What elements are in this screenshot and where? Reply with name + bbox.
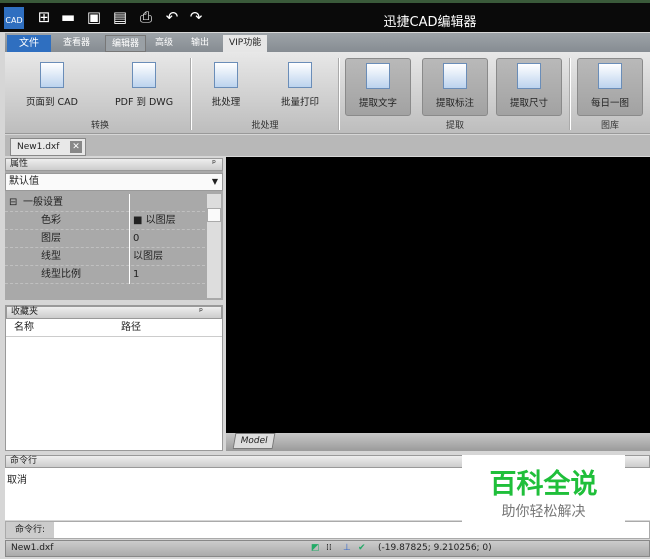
document-tab-label: New1.dxf — [17, 142, 60, 152]
button-label: 每日一图 — [590, 98, 629, 109]
group-label-convert: 转换 — [90, 121, 109, 131]
watermark: 百科全说 助你轻松解决 — [462, 455, 625, 529]
ortho-icon[interactable]: ⊥ — [343, 541, 351, 556]
open-icon[interactable]: ▬ — [60, 9, 76, 25]
redo-icon[interactable]: ↷ — [188, 9, 204, 25]
pin-icon[interactable]: ᵖ — [199, 307, 203, 318]
group-label-extract: 提取 — [445, 121, 464, 131]
property-row[interactable]: 线型 以图层 — [5, 248, 205, 266]
picture-icon — [598, 63, 622, 89]
close-icon[interactable]: ✕ — [70, 141, 82, 153]
favorites-title: 收藏夹 — [11, 307, 39, 317]
printer-icon — [288, 62, 312, 88]
tab-output[interactable]: 输出 — [185, 35, 215, 52]
tab-advanced[interactable]: 高级 — [149, 35, 179, 52]
divider — [569, 58, 571, 130]
tab-file[interactable]: 文件 — [7, 35, 51, 52]
ribbon: 页面到 CAD PDF 到 DWG 转换 批处理 批量打印 批处理 提取文字 提… — [5, 52, 650, 134]
page-to-cad-button[interactable]: 页面到 CAD — [19, 58, 85, 116]
page-to-cad-icon — [40, 62, 64, 88]
property-value: 以图层 — [129, 248, 163, 266]
property-value: ■ 以图层 — [129, 212, 176, 230]
new-icon[interactable]: ⊞ — [36, 9, 52, 25]
button-label: 批处理 — [211, 97, 241, 108]
button-label: 页面到 CAD — [26, 97, 78, 108]
status-file: New1.dxf — [11, 543, 54, 553]
scrollbar-thumb[interactable] — [207, 208, 221, 222]
collapse-icon[interactable]: ⊟ — [9, 194, 17, 212]
property-key: 色彩 — [41, 215, 61, 226]
tab-viewer[interactable]: 查看器 — [57, 35, 96, 52]
dimension-icon — [517, 63, 541, 89]
chevron-down-icon[interactable]: ▼ — [212, 174, 218, 190]
favorites-header: 收藏夹 ᵖ — [6, 306, 222, 319]
property-value: 0 — [129, 230, 139, 248]
command-input-label: 命令行: — [6, 522, 54, 538]
osnap-icon[interactable]: ✔ — [358, 541, 366, 556]
app-logo-icon[interactable]: CAD — [4, 7, 24, 29]
undo-icon[interactable]: ↶ — [164, 9, 180, 25]
document-tab[interactable]: New1.dxf ✕ — [10, 138, 86, 156]
property-row[interactable]: 图层 0 — [5, 230, 205, 248]
button-label: 批量打印 — [280, 97, 319, 108]
grid-icon[interactable]: ⁞⁞ — [326, 541, 332, 556]
pdf-to-dwg-icon — [132, 62, 156, 88]
tab-model[interactable]: Model — [232, 433, 276, 449]
drawing-canvas[interactable] — [226, 157, 650, 433]
property-row[interactable]: 色彩 ■ 以图层 — [5, 212, 205, 230]
window-title: 迅捷CAD编辑器 — [383, 15, 477, 30]
favorites-columns: 名称 路径 — [6, 319, 222, 337]
button-label: 提取标注 — [435, 98, 474, 109]
button-label: PDF 到 DWG — [114, 97, 174, 108]
menu-tabs: 文件 查看器 编辑器 高级 输出 VIP功能 — [5, 33, 650, 52]
daily-image-button[interactable]: 每日一图 — [577, 58, 643, 116]
document-tabs: New1.dxf ✕ — [5, 135, 650, 156]
scrollbar[interactable] — [207, 194, 221, 298]
column-name[interactable]: 名称 — [14, 319, 34, 337]
property-value: 1 — [129, 266, 139, 284]
properties-panel: 属性 ᵖ 默认值 ▼ ⊟ 一般设置 色彩 ■ 以图层 图层 0 线型 以图层 线型比例 1 — [5, 158, 223, 300]
group-label-batch: 批处理 — [251, 121, 279, 131]
save-icon[interactable]: ▣ — [86, 9, 102, 25]
snap-icon[interactable]: ◩ — [311, 541, 320, 556]
extract-dimension-button[interactable]: 提取尺寸 — [496, 58, 562, 116]
group-label-gallery: 图库 — [600, 121, 619, 131]
properties-selector[interactable]: 默认值 ▼ — [5, 173, 223, 191]
title-bar: CAD ⊞ ▬ ▣ ▤ ⎙ ↶ ↷ 迅捷CAD编辑器 — [0, 0, 650, 32]
property-row[interactable]: 线型比例 1 — [5, 266, 205, 284]
save-as-icon[interactable]: ▤ — [112, 9, 128, 25]
status-bar: New1.dxf ◩ ⁞⁞ ⊥ ✔ (-19.87825; 9.210256; … — [5, 540, 650, 557]
batch-print-button[interactable]: 批量打印 — [267, 58, 333, 116]
pin-icon[interactable]: ᵖ — [212, 159, 216, 170]
status-coordinates: (-19.87825; 9.210256; 0) — [378, 543, 492, 553]
divider — [190, 58, 192, 130]
ruler-icon — [443, 63, 467, 89]
button-label: 提取文字 — [358, 98, 397, 109]
extract-text-button[interactable]: 提取文字 — [345, 58, 411, 116]
watermark-title: 百科全说 — [489, 469, 598, 500]
tab-vip[interactable]: VIP功能 — [223, 35, 268, 52]
layout-tabs: Model — [226, 433, 650, 451]
tab-editor[interactable]: 编辑器 — [105, 35, 147, 52]
selector-value: 默认值 — [9, 176, 39, 187]
magnifier-text-icon — [366, 63, 390, 89]
print-icon[interactable]: ⎙ — [138, 9, 154, 25]
property-key: 线型 — [41, 251, 61, 262]
property-key: 图层 — [41, 233, 61, 244]
column-path[interactable]: 路径 — [121, 319, 141, 337]
property-key: 线型比例 — [41, 269, 81, 280]
properties-title: 属性 — [10, 159, 29, 169]
extract-annotation-button[interactable]: 提取标注 — [422, 58, 488, 116]
floppy-disk-icon — [214, 62, 238, 88]
properties-header: 属性 ᵖ — [5, 158, 223, 171]
watermark-subtitle: 助你轻松解决 — [501, 504, 586, 520]
batch-process-button[interactable]: 批处理 — [193, 58, 259, 116]
section-label: 一般设置 — [23, 197, 63, 208]
divider — [338, 58, 340, 130]
section-general[interactable]: ⊟ 一般设置 — [5, 194, 205, 212]
button-label: 提取尺寸 — [509, 98, 548, 109]
pdf-to-dwg-button[interactable]: PDF 到 DWG — [111, 58, 177, 116]
favorites-panel: 收藏夹 ᵖ 名称 路径 — [5, 305, 223, 451]
